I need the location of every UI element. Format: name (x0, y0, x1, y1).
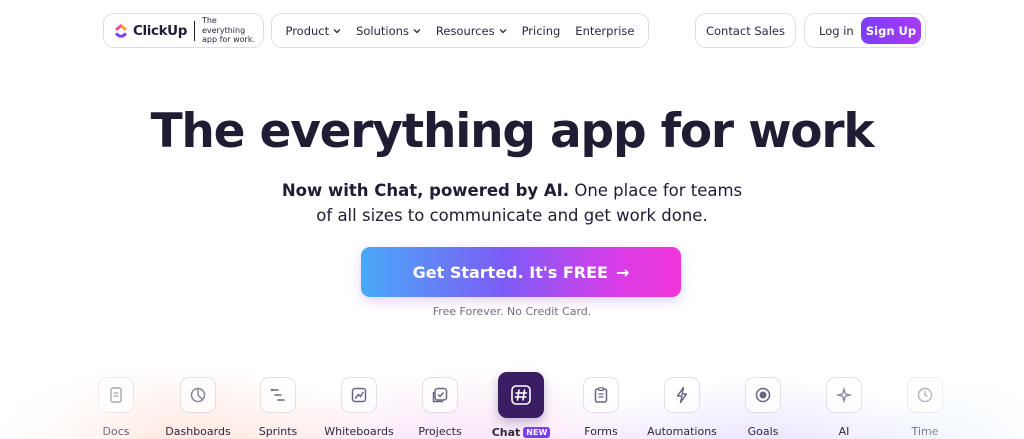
feature-label: Whiteboards (324, 425, 394, 438)
brand-tagline: The everything app for work. (201, 16, 256, 45)
feature-sprints[interactable]: Sprints (233, 372, 323, 438)
feature-whiteboards[interactable]: Whiteboards (314, 372, 404, 438)
feature-label: Time (911, 425, 939, 438)
bolt-icon (664, 377, 700, 413)
nav-item-pricing[interactable]: Pricing (522, 24, 561, 38)
target-icon (745, 377, 781, 413)
cta-note: Free Forever. No Credit Card. (432, 305, 592, 318)
contact-sales-label: Contact Sales (705, 23, 785, 38)
nav-item-solutions[interactable]: Solutions (356, 24, 421, 38)
doc-icon (98, 377, 134, 413)
sprints-icon (260, 377, 296, 413)
feature-dashboards[interactable]: Dashboards (153, 372, 243, 438)
chevron-down-icon (499, 28, 507, 33)
brand-name: ClickUp (133, 22, 187, 39)
feature-time[interactable]: Time (880, 372, 970, 438)
feature-label: Goals (747, 425, 779, 438)
feature-label: Forms (584, 425, 618, 438)
auth-group: Log in Sign Up (804, 13, 926, 48)
get-started-label: Get Started. It's FREE (412, 262, 608, 282)
feature-label: Docs (102, 425, 130, 438)
feature-label: Sprints (258, 425, 298, 438)
hero-subtitle-line2: of all sizes to communicate and get work… (316, 206, 708, 225)
feature-automations[interactable]: Automations (637, 372, 727, 438)
feature-docs[interactable]: Docs (71, 372, 161, 438)
new-badge: NEW (523, 427, 551, 438)
feature-carousel: Docs Dashboards Sprints Whiteboards Proj… (0, 372, 1024, 439)
feature-label: AI (838, 425, 850, 438)
hero-title: The everything app for work (150, 104, 875, 159)
nav-item-label: Solutions (356, 23, 409, 38)
main-nav: Product Solutions Resources Pricing Ente… (271, 13, 649, 48)
get-started-button[interactable]: Get Started. It's FREE → (361, 247, 681, 297)
feature-label: Projects (418, 425, 462, 438)
nav-item-product[interactable]: Product (285, 24, 341, 38)
feature-forms[interactable]: Forms (556, 372, 646, 438)
nav-item-resources[interactable]: Resources (436, 24, 507, 38)
hero-subtitle-bold: Now with Chat, powered by AI. (281, 181, 570, 200)
hash-icon (498, 372, 544, 418)
clock-icon (907, 377, 943, 413)
signup-button[interactable]: Sign Up (861, 17, 921, 44)
clickup-logo-icon (115, 23, 127, 38)
feature-projects[interactable]: Projects (395, 372, 485, 438)
logo-link[interactable]: ClickUp The everything app for work. (103, 13, 264, 48)
dashboard-icon (180, 377, 216, 413)
arrow-right-icon: → (615, 262, 630, 282)
nav-item-label: Product (285, 23, 330, 38)
login-link[interactable]: Log in (819, 24, 854, 38)
nav-item-enterprise[interactable]: Enterprise (575, 24, 634, 38)
logo-divider (193, 20, 195, 41)
feature-ai[interactable]: AI (799, 372, 889, 438)
projects-icon (422, 377, 458, 413)
feature-label: Chat (491, 426, 521, 439)
sparkle-icon (826, 377, 862, 413)
feature-label: Automations (647, 425, 717, 438)
feature-chat[interactable]: Chat NEW (476, 372, 566, 439)
feature-goals[interactable]: Goals (718, 372, 808, 438)
chevron-down-icon (413, 28, 421, 33)
feature-label: Dashboards (165, 425, 231, 438)
hero-subtitle: Now with Chat, powered by AI. One place … (0, 178, 1024, 228)
whiteboard-icon (341, 377, 377, 413)
nav-item-label: Resources (435, 23, 495, 38)
clipboard-icon (583, 377, 619, 413)
chevron-down-icon (333, 28, 341, 33)
contact-sales-button[interactable]: Contact Sales (695, 13, 796, 48)
hero-subtitle-rest: One place for teams (569, 181, 743, 200)
